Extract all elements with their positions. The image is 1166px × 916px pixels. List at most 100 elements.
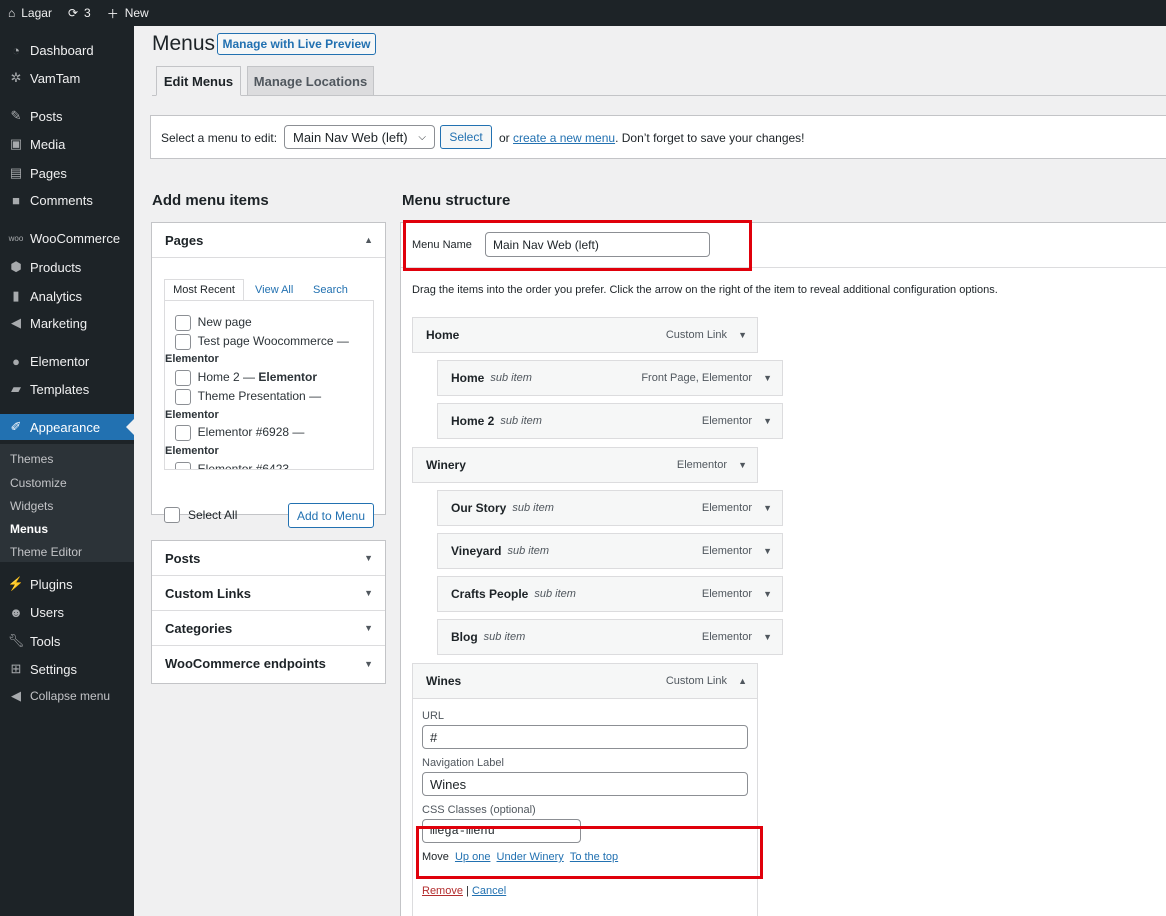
users-icon: ☻ [9,604,23,620]
sidebar-item-media[interactable]: ▣ Media [0,131,134,157]
page-title-text: Elementor #6423 [197,462,290,470]
sidebar-item-label: Dashboard [30,42,94,58]
list-item[interactable]: Test page Woocommerce — [175,332,349,350]
sidebar-item-elementor[interactable]: ● Elementor [0,348,134,374]
caret-down-icon[interactable]: ▼ [738,460,747,470]
analytics-icon: ▮ [12,288,20,303]
menu-item-wines[interactable]: Wines Custom Link ▲ [412,663,758,699]
list-item[interactable]: Elementor #6423 [175,460,290,470]
checkbox[interactable] [175,424,191,441]
posts-section-header[interactable]: Posts ▼ [152,541,385,576]
updates-count: 3 [84,6,91,20]
menu-item-home-2[interactable]: Home 2 sub item Elementor ▼ [437,403,783,439]
chevron-down-icon: ⌵ [418,131,426,143]
navigation-label-input[interactable]: Wines [422,772,748,796]
live-preview-button[interactable]: Manage with Live Preview [217,33,376,55]
submenu-item-customize[interactable]: Customize [10,476,67,490]
sidebar-item-vamtam[interactable]: ✲ VamTam [0,65,134,91]
checkbox[interactable] [175,461,191,469]
site-name-link[interactable]: ⌂ Lagar [8,6,52,20]
caret-down-icon[interactable]: ▼ [763,589,772,599]
caret-down-icon[interactable]: ▼ [763,503,772,513]
list-item[interactable]: New page [175,313,252,331]
updates-link[interactable]: ⟳ 3 [68,6,91,20]
tab-edit-menus[interactable]: Edit Menus [156,66,241,96]
woocommerce-endpoints-section-header[interactable]: WooCommerce endpoints ▼ [152,646,385,681]
caret-down-icon: ▼ [364,658,373,669]
checkbox[interactable] [175,369,191,386]
menu-item-home[interactable]: Home Custom Link ▼ [412,317,758,353]
navigation-label-label: Navigation Label [422,757,504,769]
checkbox[interactable] [175,314,191,331]
tab-search[interactable]: Search [313,284,348,296]
sidebar-item-analytics[interactable]: ▮ Analytics [0,283,134,309]
create-menu-link[interactable]: create a new menu [513,131,615,145]
sidebar-item-woocommerce[interactable]: woo WooCommerce [0,225,134,251]
list-item[interactable]: Elementor #6928 — [175,423,304,441]
sidebar-item-products[interactable]: ⬢ Products [0,254,134,280]
menu-item-winery[interactable]: Winery Elementor ▼ [412,447,758,483]
url-input[interactable]: # [422,725,748,749]
menu-item-blog[interactable]: Blog sub item Elementor ▼ [437,619,783,655]
appearance-submenu: Themes Customize Widgets Menus Theme Edi… [0,444,134,562]
item-type: Elementor [676,459,727,471]
menu-item-our-story[interactable]: Our Story sub item Elementor ▼ [437,490,783,526]
tab-view-all[interactable]: View All [255,284,293,296]
tab-most-recent[interactable]: Most Recent [164,279,244,301]
caret-down-icon[interactable]: ▼ [763,416,772,426]
sidebar-item-pages[interactable]: ▤ Pages [0,160,134,186]
sidebar-item-templates[interactable]: ▰ Templates [0,376,134,402]
menu-select[interactable]: Main Nav Web (left) ⌵ [284,125,435,149]
list-item[interactable]: Theme Presentation — [175,387,321,405]
item-title: Our Story [451,501,507,515]
add-to-menu-button[interactable]: Add to Menu [288,503,374,528]
collapse-menu-button[interactable]: ◀ Collapse menu [0,683,134,709]
sidebar-item-appearance[interactable]: ✐ Appearance [0,414,134,440]
tab-manage-locations[interactable]: Manage Locations [247,66,374,96]
menu-item-crafts-people[interactable]: Crafts People sub item Elementor ▼ [437,576,783,612]
manage-menus-bar: Select a menu to edit: Main Nav Web (lef… [150,115,1166,159]
select-all-checkbox[interactable] [164,507,180,523]
new-content-link[interactable]: ＋ New [107,5,149,22]
select-all-control[interactable]: Select All [164,507,237,523]
remove-link[interactable]: Remove [422,885,463,897]
checkbox[interactable] [175,388,191,405]
pages-section-title: Pages [165,232,204,248]
highlight-menu-name [403,220,752,271]
page-title-text: Test page Woocommerce — [197,334,349,348]
elementor-icon: ● [12,353,20,369]
submenu-item-theme-editor[interactable]: Theme Editor [10,545,82,559]
sidebar-item-tools[interactable]: 🔧︎ Tools [0,628,134,654]
menu-item-home-sub[interactable]: Home sub item Front Page, Elementor ▼ [437,360,783,396]
caret-down-icon[interactable]: ▼ [738,330,747,340]
submenu-item-widgets[interactable]: Widgets [10,499,53,513]
caret-down-icon[interactable]: ▼ [763,632,772,642]
submenu-item-themes[interactable]: Themes [10,452,53,466]
caret-down-icon[interactable]: ▼ [763,546,772,556]
select-menu-button[interactable]: Select [440,125,492,149]
sidebar-item-dashboard[interactable]: ◔ Dashboard [0,37,134,63]
caret-up-icon[interactable]: ▲ [738,676,747,686]
sidebar-item-users[interactable]: ☻ Users [0,599,134,625]
caret-down-icon[interactable]: ▼ [763,373,772,383]
media-icon: ▣ [9,136,23,151]
sidebar-item-posts[interactable]: ✎ Posts [0,103,134,129]
wrench-icon: 🔧︎ [7,633,25,648]
custom-links-section-header[interactable]: Custom Links ▼ [152,576,385,611]
sidebar-item-comments[interactable]: ■ Comments [0,187,134,213]
submenu-item-menus[interactable]: Menus [10,522,48,536]
sidebar-item-marketing[interactable]: ◀ Marketing [0,310,134,336]
list-item[interactable]: Home 2 — Elementor [175,368,317,386]
page-builder-text: Elementor [165,409,219,421]
categories-section-header[interactable]: Categories ▼ [152,611,385,646]
pin-icon: ✎ [10,108,22,123]
cancel-link[interactable]: Cancel [472,885,506,897]
menu-item-vineyard[interactable]: Vineyard sub item Elementor ▼ [437,533,783,569]
site-name: Lagar [21,6,52,20]
sidebar-item-plugins[interactable]: ⚡ Plugins [0,571,134,597]
checkbox[interactable] [175,333,191,350]
sidebar-item-settings[interactable]: ⊞ Settings [0,656,134,682]
sidebar-item-label: VamTam [30,70,81,86]
folder-icon: ▰ [11,381,21,396]
pages-section-header[interactable]: Pages ▲ [152,223,385,258]
